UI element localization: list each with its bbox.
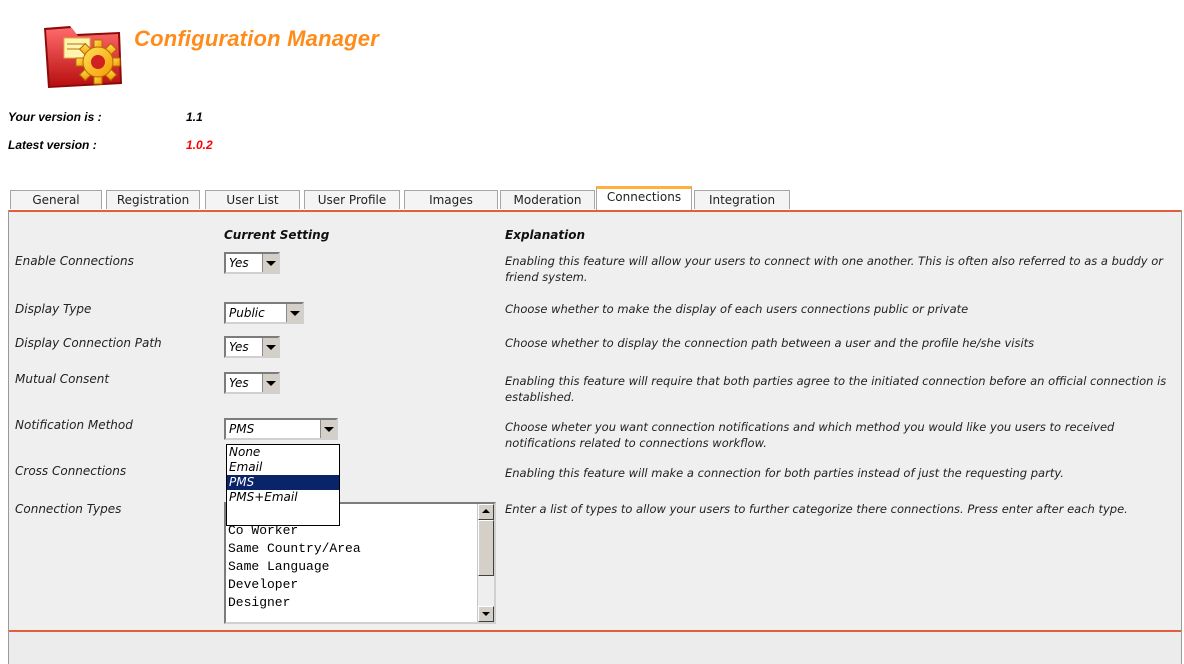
mutual-consent-select[interactable]: Yes (224, 372, 280, 394)
notification-method-value: PMS (229, 422, 255, 436)
chevron-down-icon[interactable] (262, 374, 278, 392)
tab-images[interactable]: Images (404, 190, 498, 209)
chevron-down-icon[interactable] (262, 338, 278, 356)
scrollbar-thumb[interactable] (478, 520, 494, 576)
dropdown-option-none[interactable]: None (227, 445, 339, 460)
tab-user-list[interactable]: User List (205, 190, 300, 209)
dropdown-option-pms-email[interactable]: PMS+Email (227, 490, 339, 505)
display-type-explanation: Choose whether to make the display of ea… (505, 302, 969, 316)
cross-connections-label: Cross Connections (15, 464, 127, 478)
tab-connections[interactable]: Connections (596, 186, 692, 210)
connection-type-line: Developer (228, 577, 299, 592)
display-type-select[interactable]: Public (224, 302, 304, 324)
settings-table: Current Setting Explanation Enable Conne… (9, 212, 1181, 630)
enable-connections-explanation: Enabling this feature will allow your us… (505, 254, 1164, 284)
enable-connections-label: Enable Connections (15, 254, 134, 268)
latest-version-value: 1.0.2 (186, 138, 213, 152)
configuration-manager-logo (44, 26, 122, 88)
cross-connections-explanation: Enabling this feature will make a connec… (505, 466, 1064, 480)
chevron-down-icon[interactable] (320, 420, 336, 438)
latest-version-label: Latest version : (8, 138, 97, 152)
vertical-scrollbar[interactable] (477, 504, 494, 622)
display-type-label: Display Type (15, 302, 92, 316)
chevron-down-icon[interactable] (262, 254, 278, 272)
mutual-consent-explanation: Enabling this feature will require that … (505, 374, 1167, 404)
dropdown-option-pms[interactable]: PMS (227, 475, 339, 490)
bottom-divider (9, 630, 1181, 632)
display-type-value: Public (229, 306, 265, 320)
scroll-down-arrow-icon[interactable] (478, 606, 494, 622)
tab-integration[interactable]: Integration (694, 190, 790, 209)
app-title: Configuration Manager (134, 26, 379, 51)
mutual-consent-value: Yes (229, 376, 249, 390)
display-connection-path-explanation: Choose whether to display the connection… (505, 336, 1035, 350)
display-connection-path-value: Yes (229, 340, 249, 354)
notification-method-select[interactable]: PMS (224, 418, 338, 440)
connection-types-explanation: Enter a list of types to allow your user… (505, 502, 1128, 516)
explanation-header: Explanation (505, 228, 586, 242)
tab-registration[interactable]: Registration (106, 190, 200, 209)
notification-method-label: Notification Method (15, 418, 133, 432)
your-version-label: Your version is : (8, 110, 102, 124)
enable-connections-value: Yes (229, 256, 249, 270)
display-connection-path-select[interactable]: Yes (224, 336, 280, 358)
connection-type-line: Designer (228, 595, 291, 610)
connection-type-line: Same Language (228, 559, 330, 574)
notification-method-dropdown: None Email PMS PMS+Email (226, 444, 340, 526)
current-setting-header: Current Setting (224, 228, 330, 242)
dropdown-option-email[interactable]: Email (227, 460, 339, 475)
scroll-up-arrow-icon[interactable] (478, 504, 494, 520)
tab-moderation[interactable]: Moderation (500, 190, 595, 209)
mutual-consent-label: Mutual Consent (15, 372, 110, 386)
enable-connections-select[interactable]: Yes (224, 252, 280, 274)
settings-panel: Current Setting Explanation Enable Conne… (8, 210, 1182, 664)
tab-user-profile[interactable]: User Profile (304, 190, 400, 209)
connection-type-line: Same Country/Area (228, 541, 361, 556)
your-version-value: 1.1 (186, 110, 203, 124)
display-connection-path-label: Display Connection Path (15, 336, 162, 350)
chevron-down-icon[interactable] (286, 304, 302, 322)
notification-method-explanation: Choose wheter you want connection notifi… (505, 420, 1115, 450)
tab-general[interactable]: General (10, 190, 102, 209)
connection-types-label: Connection Types (15, 502, 122, 516)
